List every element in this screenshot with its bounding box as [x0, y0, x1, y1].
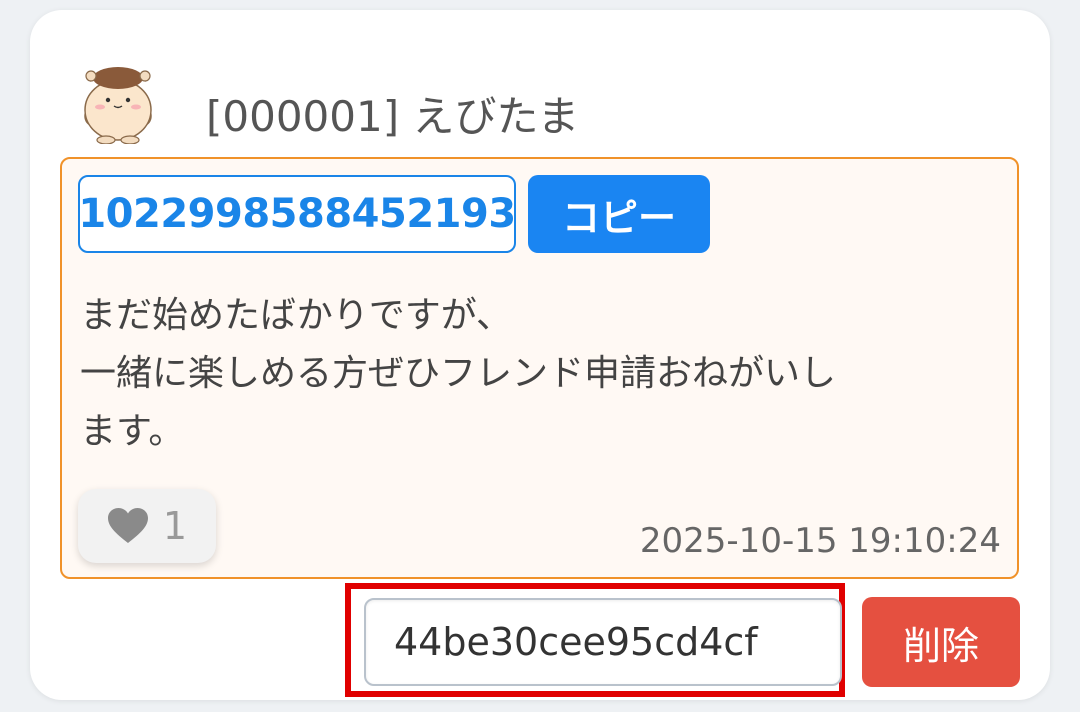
like-button[interactable]: 1	[78, 489, 216, 563]
message-line: まだ始めたばかりですが、	[80, 295, 513, 336]
avatar	[78, 52, 158, 145]
message-line: 一緒に楽しめる方ぜひフレンド申請おねがいし	[80, 353, 837, 394]
friend-id-field[interactable]: 1022998588452193	[78, 175, 516, 253]
post-content-box: 1022998588452193 コピー まだ始めたばかりですが、 一緒に楽しめ…	[60, 157, 1019, 579]
heart-icon	[107, 508, 148, 543]
post-card: [000001] えびたま 1022998588452193 コピー まだ始めた…	[30, 10, 1050, 700]
delete-button[interactable]: 削除	[862, 597, 1020, 687]
copy-button[interactable]: コピー	[528, 175, 710, 253]
message-line: ます。	[80, 411, 185, 452]
hamster-avatar-icon	[84, 67, 152, 145]
post-message: まだ始めたばかりですが、 一緒に楽しめる方ぜひフレンド申請おねがいし ます。	[80, 287, 1010, 461]
delete-key-input[interactable]	[364, 598, 842, 686]
post-timestamp: 2025-10-15 19:10:24	[639, 521, 1001, 561]
like-count: 1	[162, 504, 188, 548]
user-name: [000001] えびたま	[206, 92, 580, 141]
